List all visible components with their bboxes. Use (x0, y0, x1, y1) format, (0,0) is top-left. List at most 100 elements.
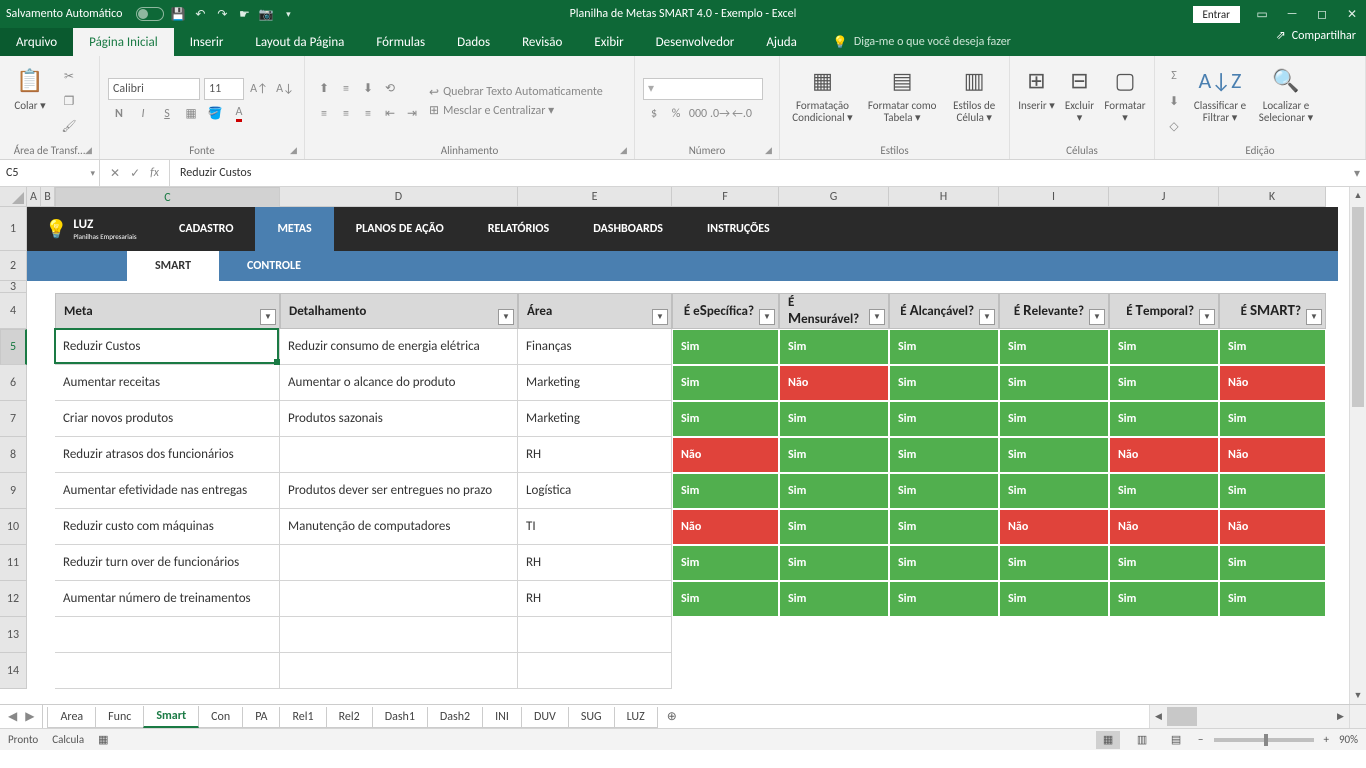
minimize-icon[interactable]: — (1284, 6, 1300, 22)
worksheet-grid[interactable]: ABCDEFGHIJK 1234567891011121314 💡LUZPlan… (0, 187, 1366, 704)
cell-area[interactable]: Finanças (518, 329, 672, 365)
wrap-text-button[interactable]: Quebrar Texto Automaticamente (443, 85, 603, 99)
cell-smart-5[interactable]: Sim (1219, 545, 1326, 581)
signin-button[interactable]: Entrar (1193, 6, 1240, 23)
cell-meta[interactable]: Aumentar receitas (55, 365, 280, 401)
fill-icon[interactable]: ⬇ (1163, 90, 1185, 112)
row-header-11[interactable]: 11 (0, 545, 27, 581)
filter-dropdown-icon[interactable]: ▼ (979, 309, 995, 325)
cell-meta[interactable]: Aumentar efetividade nas entregas (55, 473, 280, 509)
filter-dropdown-icon[interactable]: ▼ (260, 309, 276, 325)
zoom-out-icon[interactable]: − (1198, 733, 1203, 746)
cell-smart-2[interactable]: Sim (889, 545, 999, 581)
subnav-tab-controle[interactable]: CONTROLE (219, 251, 329, 281)
find-select-button[interactable]: 🔍Localizar e Selecionar ▾ (1255, 60, 1317, 142)
cell-smart-3[interactable]: Sim (999, 329, 1109, 365)
cell-smart-2[interactable]: Sim (889, 365, 999, 401)
normal-view-icon[interactable]: ▦ (1096, 731, 1120, 749)
zoom-in-icon[interactable]: + (1324, 733, 1329, 746)
format-table-button[interactable]: ▤Formatar como Tabela ▾ (863, 60, 941, 142)
sheet-tab-sug[interactable]: SUG (568, 707, 615, 728)
cell-det[interactable]: Manutenção de computadores (280, 509, 518, 545)
cell-smart-0[interactable]: Não (672, 509, 779, 545)
align-middle-icon[interactable]: ≡ (335, 78, 357, 100)
undo-icon[interactable]: ↶ (192, 6, 208, 22)
filter-dropdown-icon[interactable]: ▼ (652, 309, 668, 325)
cell-area[interactable]: TI (518, 509, 672, 545)
sheet-tab-pa[interactable]: PA (242, 707, 280, 728)
tab-file[interactable]: Arquivo (0, 28, 73, 56)
sheet-tab-dash2[interactable]: Dash2 (427, 707, 483, 728)
cell-area[interactable]: RH (518, 545, 672, 581)
cell-smart-3[interactable]: Sim (999, 437, 1109, 473)
scroll-thumb[interactable] (1352, 207, 1364, 407)
nav-tab-dashboards[interactable]: DASHBOARDS (571, 207, 685, 251)
row-header-12[interactable]: 12 (0, 581, 27, 617)
sheet-tab-rel1[interactable]: Rel1 (279, 707, 326, 728)
cell-smart-4[interactable]: Sim (1109, 401, 1219, 437)
cut-icon[interactable]: ✂ (58, 65, 80, 87)
touch-icon[interactable]: ☛ (236, 6, 252, 22)
cell-empty[interactable] (518, 617, 672, 653)
align-center-icon[interactable]: ≡ (335, 103, 357, 125)
cell-meta[interactable]: Reduzir Custos (55, 329, 280, 365)
camera-icon[interactable]: 📷 (258, 6, 274, 22)
dec-decimal-icon[interactable]: ←.0 (731, 103, 753, 125)
cell-smart-1[interactable]: Sim (779, 401, 889, 437)
cell-det[interactable]: Produtos dever ser entregues no prazo (280, 473, 518, 509)
row-header-4[interactable]: 4 (0, 293, 27, 329)
cell-smart-0[interactable]: Sim (672, 473, 779, 509)
cell-smart-2[interactable]: Sim (889, 401, 999, 437)
copy-icon[interactable]: ❐ (58, 90, 80, 112)
cell-smart-4[interactable]: Sim (1109, 329, 1219, 365)
cell-smart-2[interactable]: Sim (889, 437, 999, 473)
column-header-B[interactable]: B (41, 187, 55, 207)
select-all-button[interactable] (0, 187, 27, 207)
formula-input[interactable]: Reduzir Custos (170, 160, 1348, 186)
name-box[interactable]: C5 (0, 160, 100, 186)
cell-smart-0[interactable]: Não (672, 437, 779, 473)
scroll-left-icon[interactable]: ◀ (1150, 705, 1167, 728)
cell-smart-4[interactable]: Não (1109, 509, 1219, 545)
nav-tab-planos-de-ação[interactable]: PLANOS DE AÇÃO (334, 207, 466, 251)
share-button[interactable]: ⇗ Compartilhar (1276, 28, 1356, 43)
row-header-7[interactable]: 7 (0, 401, 27, 437)
sheet-nav-prev-icon[interactable]: ◀ (8, 709, 17, 724)
font-color-icon[interactable]: A (228, 103, 250, 125)
orientation-icon[interactable]: ⟲ (379, 78, 401, 100)
cell-empty[interactable] (518, 653, 672, 689)
cell-smart-3[interactable]: Não (999, 509, 1109, 545)
dialog-launcher-icon[interactable]: ◢ (620, 145, 632, 157)
tell-me[interactable]: 💡 Diga-me o que você deseja fazer (833, 28, 1011, 56)
expand-formula-icon[interactable]: ▾ (1348, 160, 1366, 186)
cell-det[interactable] (280, 581, 518, 617)
cell-smart-1[interactable]: Sim (779, 545, 889, 581)
sheet-tab-duv[interactable]: DUV (521, 707, 569, 728)
cell-styles-button[interactable]: ▥Estilos de Célula ▾ (947, 60, 1001, 142)
cell-smart-1[interactable]: Não (779, 365, 889, 401)
underline-icon[interactable]: S (156, 103, 178, 125)
cell-smart-5[interactable]: Sim (1219, 401, 1326, 437)
cell-det[interactable]: Aumentar o alcance do produto (280, 365, 518, 401)
shrink-font-icon[interactable]: A↓ (274, 78, 296, 100)
inc-decimal-icon[interactable]: .0→ (709, 103, 731, 125)
tab-data[interactable]: Dados (441, 28, 506, 56)
tab-review[interactable]: Revisão (506, 28, 578, 56)
nav-tab-instruções[interactable]: INSTRUÇÕES (685, 207, 792, 251)
page-layout-view-icon[interactable]: ▥ (1130, 731, 1154, 749)
row-header-5[interactable]: 5 (0, 329, 27, 365)
cell-smart-4[interactable]: Sim (1109, 581, 1219, 617)
sheet-nav-next-icon[interactable]: ▶ (25, 709, 34, 724)
column-header-A[interactable]: A (27, 187, 41, 207)
redo-icon[interactable]: ↷ (214, 6, 230, 22)
row-header-8[interactable]: 8 (0, 437, 27, 473)
cell-smart-2[interactable]: Sim (889, 473, 999, 509)
clear-icon[interactable]: ◇ (1163, 115, 1185, 137)
sheet-tab-rel2[interactable]: Rel2 (326, 707, 373, 728)
delete-cells-button[interactable]: ⊟Excluir ▾ (1061, 60, 1098, 142)
tab-insert[interactable]: Inserir (174, 28, 240, 56)
cell-smart-3[interactable]: Sim (999, 581, 1109, 617)
cell-smart-0[interactable]: Sim (672, 401, 779, 437)
cell-smart-2[interactable]: Sim (889, 509, 999, 545)
cell-smart-5[interactable]: Sim (1219, 473, 1326, 509)
